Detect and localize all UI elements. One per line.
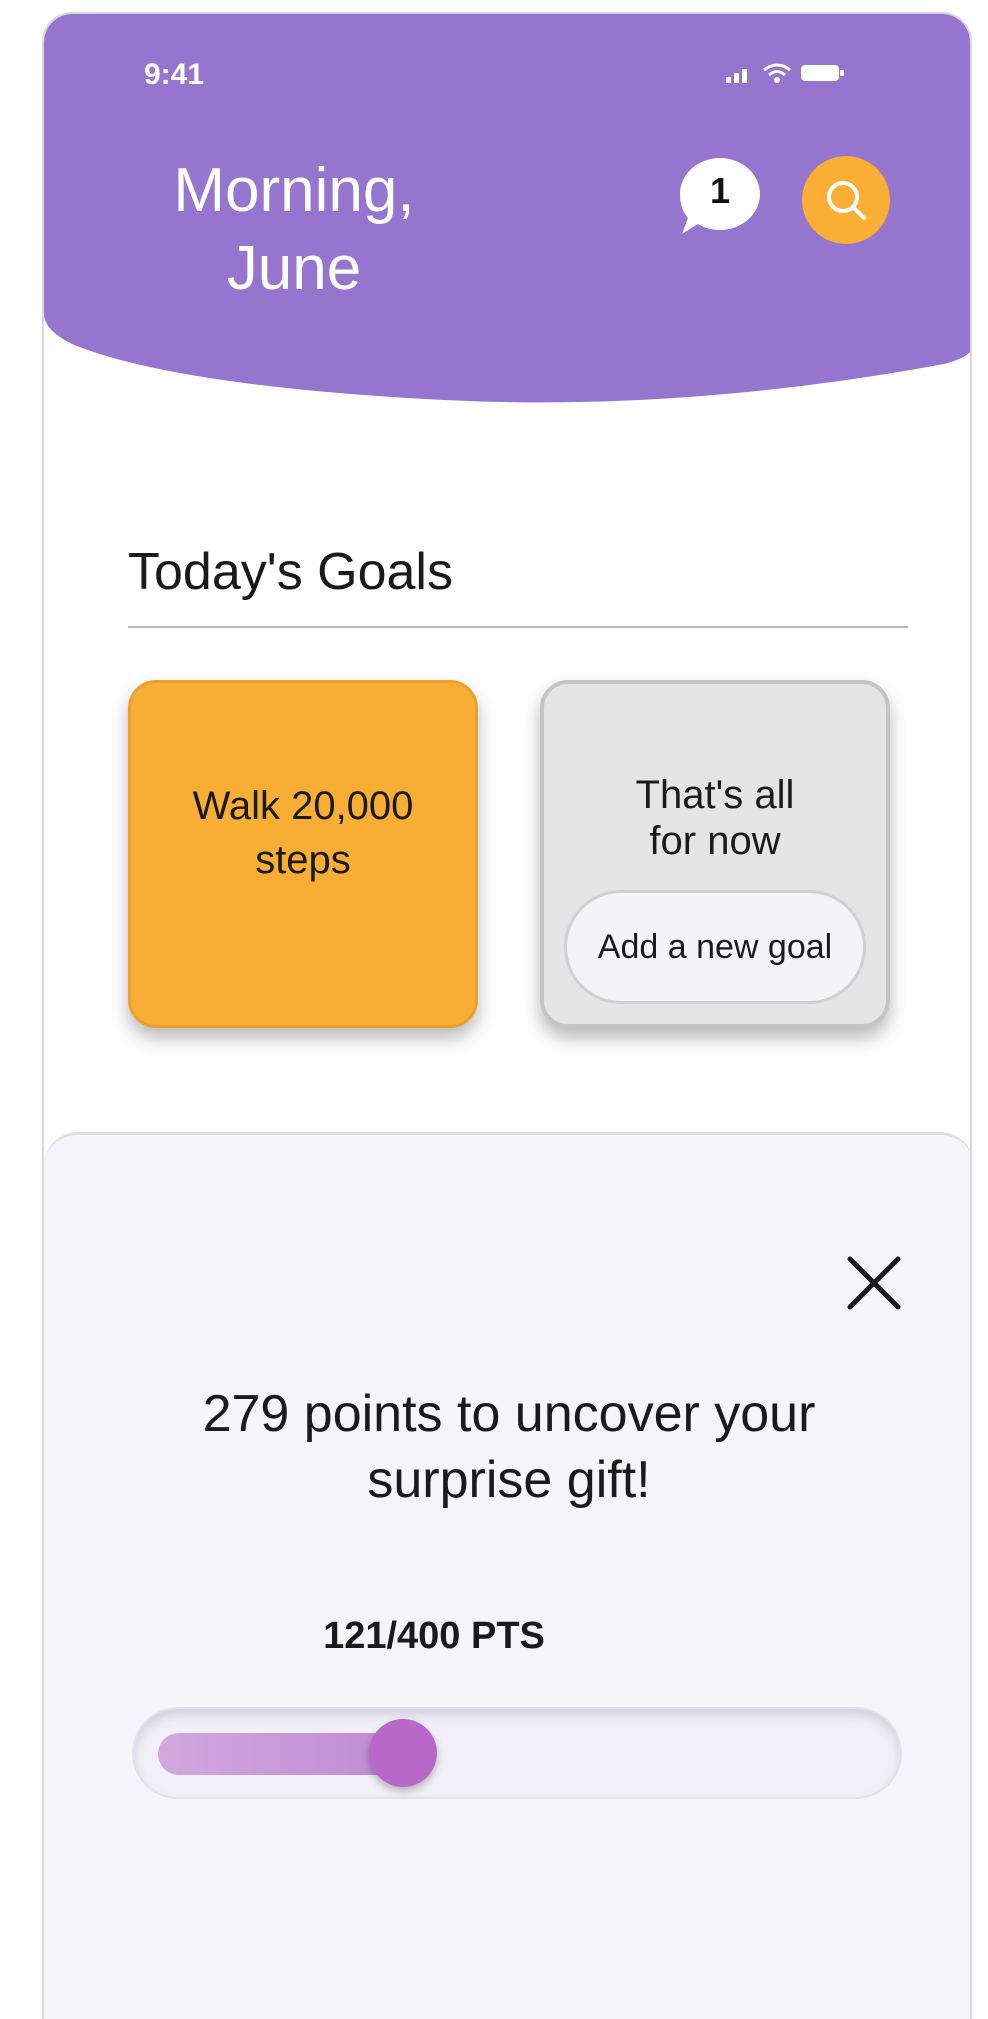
goal-label: Walk 20,000 steps	[131, 779, 475, 887]
empty-goals-line-2: for now	[649, 819, 781, 863]
search-button[interactable]	[802, 156, 890, 244]
wifi-icon	[763, 63, 791, 83]
reward-message-line-1: 279 points to uncover your	[202, 1385, 816, 1443]
goal-card-empty: That's all for now Add a new goal	[540, 680, 890, 1028]
reward-message-line-2: surprise gift!	[367, 1451, 651, 1509]
reward-sheet: 279 points to uncover your surprise gift…	[44, 1132, 970, 2019]
status-time: 9:41	[144, 58, 205, 91]
greeting: Morning, June	[154, 152, 434, 308]
empty-goals-label: That's all for now	[544, 772, 886, 864]
goal-card-walk[interactable]: Walk 20,000 steps	[128, 680, 478, 1028]
status-icons	[724, 62, 846, 84]
search-icon	[827, 181, 866, 220]
battery-icon	[801, 65, 844, 81]
phone-frame: 9:41 Morning, June 1 Today's Goals Walk …	[42, 12, 972, 2019]
add-goal-button[interactable]: Add a new goal	[564, 890, 866, 1004]
reward-message: 279 points to uncover your surprise gift…	[104, 1381, 914, 1513]
greeting-line-1: Morning,	[173, 156, 415, 225]
section-title-goals: Today's Goals	[128, 543, 453, 601]
close-icon	[847, 1256, 901, 1310]
section-divider	[128, 626, 908, 628]
goal-label-line-1: Walk 20,000	[192, 784, 414, 828]
close-button[interactable]	[842, 1251, 906, 1315]
empty-goals-line-1: That's all	[635, 773, 795, 817]
goal-label-line-2: steps	[255, 838, 351, 882]
greeting-line-2: June	[226, 234, 362, 303]
points-progress-bar[interactable]	[132, 1707, 902, 1799]
signal-icon	[726, 69, 747, 83]
messages-button[interactable]: 1	[676, 154, 762, 240]
points-label: 121/400 PTS	[323, 1615, 545, 1657]
progress-knob[interactable]	[369, 1719, 437, 1787]
message-count-badge: 1	[709, 170, 731, 211]
